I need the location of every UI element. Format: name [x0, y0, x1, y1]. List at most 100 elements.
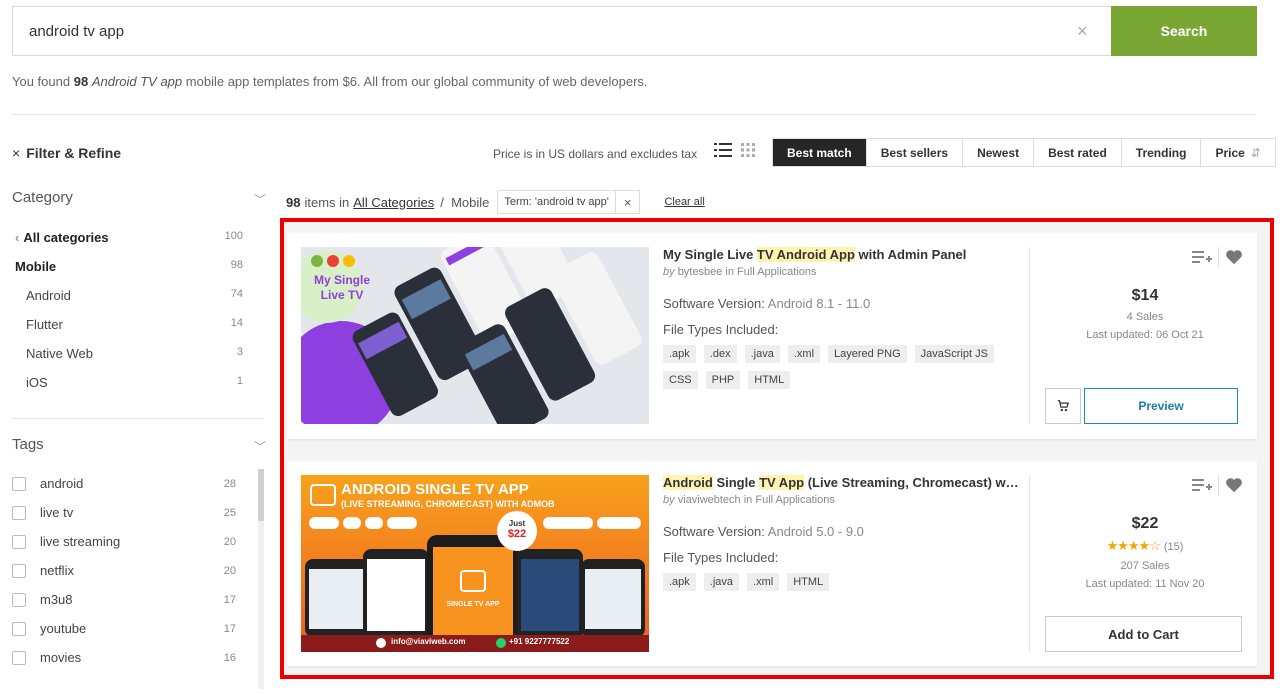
thumbnail-subtitle: (LIVE STREAMING, CHROMECAST) WITH ADMOB [341, 499, 555, 509]
category-ios[interactable]: iOS 1 [26, 375, 243, 390]
clear-all-link[interactable]: Clear all [664, 196, 704, 208]
category-native-web[interactable]: Native Web 3 [26, 346, 243, 361]
item-pricing: $14 4 Sales Last updated: 06 Oct 21 [1045, 287, 1245, 341]
item-thumbnail[interactable]: ANDROID SINGLE TV APP (LIVE STREAMING, C… [301, 475, 649, 652]
item-author: by viaviwebtech in Full Applications [663, 494, 835, 506]
search-input[interactable] [29, 7, 1029, 55]
item-info: My Single Live TV Android App with Admin… [663, 247, 1019, 397]
file-type-chip: .java [703, 573, 740, 591]
sort-best-match[interactable]: Best match [773, 139, 867, 166]
tag-youtube[interactable]: youtube 17 [12, 621, 236, 636]
scrollbar-thumb[interactable] [258, 469, 264, 521]
software-version: Software Version: Android 8.1 - 11.0 [663, 296, 871, 311]
file-type-chip: .apk [663, 573, 696, 591]
author-link[interactable]: viaviwebtech [678, 494, 741, 506]
file-type-chip: .java [744, 345, 780, 363]
item-info: Android Single TV App (Live Streaming, C… [663, 475, 1019, 599]
file-type-chip: .xml [787, 345, 821, 363]
file-type-chip: HTML [787, 573, 830, 591]
checkbox[interactable] [12, 621, 26, 636]
sort-newest[interactable]: Newest [963, 139, 1035, 166]
tag-m3u8[interactable]: m3u8 17 [12, 592, 236, 607]
sort-options: Best match Best sellers Newest Best rate… [772, 138, 1276, 167]
preview-button[interactable]: Preview [1084, 388, 1238, 424]
item-author: by bytesbee in Full Applications [663, 266, 817, 278]
tag-netflix[interactable]: netflix 20 [12, 563, 236, 578]
software-version: Software Version: Android 5.0 - 9.0 [663, 524, 864, 539]
price-note: Price is in US dollars and excludes tax [493, 147, 698, 161]
file-types-label: File Types Included: [663, 550, 779, 565]
chevron-down-icon[interactable]: ﹀ [254, 191, 266, 208]
cart-icon [1057, 400, 1070, 412]
tag-movies[interactable]: movies 16 [12, 650, 236, 665]
checkbox[interactable] [12, 563, 26, 578]
file-type-chip: HTML [748, 371, 791, 389]
category-all[interactable]: ‹ All categories 100 [15, 230, 243, 245]
sort-trending[interactable]: Trending [1121, 139, 1202, 166]
category-flutter[interactable]: Flutter 14 [26, 317, 243, 332]
checkbox[interactable] [12, 534, 26, 549]
file-type-chip: CSS [663, 371, 698, 389]
file-type-chip: .apk [663, 345, 696, 363]
search-button[interactable]: Search [1111, 6, 1257, 56]
add-to-collection-icon[interactable] [1192, 249, 1212, 265]
item-thumbnail[interactable]: My Single Live TV [301, 247, 649, 424]
thumbnail-title: My Single Live TV [313, 273, 370, 302]
heart-icon[interactable] [1225, 249, 1243, 265]
thumbnail-phone: +91 9227777522 [509, 637, 570, 646]
item-title[interactable]: Android Single TV App (Live Streaming, C… [663, 475, 1019, 490]
results-summary: You found 98 Android TV app mobile app t… [12, 74, 648, 89]
search-box: × [12, 6, 1112, 56]
add-to-collection-icon[interactable] [1192, 477, 1212, 493]
item-title[interactable]: My Single Live TV Android App with Admin… [663, 247, 1019, 262]
sort-price[interactable]: Price ⇵ [1201, 139, 1275, 166]
item-updated: Last updated: 06 Oct 21 [1086, 329, 1204, 341]
filter-refine-toggle[interactable]: × Filter & Refine [12, 145, 121, 161]
card-divider [1029, 247, 1030, 424]
sort-best-sellers[interactable]: Best sellers [866, 139, 964, 166]
clear-search-icon[interactable]: × [1077, 21, 1088, 42]
tag-live-streaming[interactable]: live streaming 20 [12, 534, 236, 549]
category-heading[interactable]: Category [12, 189, 73, 206]
tag-live-tv[interactable]: live tv 25 [12, 505, 236, 520]
grid-view-icon[interactable] [741, 143, 755, 157]
close-icon: × [12, 145, 21, 161]
file-type-chip: .dex [703, 345, 737, 363]
separator [1218, 247, 1219, 267]
checkbox[interactable] [12, 476, 26, 491]
checkbox[interactable] [12, 650, 26, 665]
tags-scrollbar[interactable] [258, 469, 264, 689]
item-sales: 207 Sales [1120, 560, 1170, 572]
author-link[interactable]: bytesbee [678, 266, 723, 278]
file-type-chip: Layered PNG [828, 345, 907, 363]
thumbnail-email: info@viaviweb.com [391, 637, 466, 646]
card-divider [1029, 475, 1030, 652]
item-rating: ★★★★☆ (15) [1106, 538, 1184, 553]
item-sales: 4 Sales [1126, 311, 1164, 323]
chevron-down-icon[interactable]: ﹀ [254, 438, 266, 455]
add-to-cart-icon-button[interactable] [1045, 388, 1081, 424]
category-android[interactable]: Android 74 [26, 288, 243, 303]
thumbnail-caption: SINGLE TV APP [446, 601, 500, 608]
category-mobile[interactable]: Mobile 98 [15, 259, 243, 274]
thumbnail-badge: Just $22 [507, 519, 527, 540]
checkbox[interactable] [12, 592, 26, 607]
breadcrumb: 98 items in All Categories / Mobile Term:… [286, 190, 705, 214]
file-types: .apk .java .xml HTML [663, 573, 1013, 599]
add-to-cart-button[interactable]: Add to Cart [1045, 616, 1242, 652]
separator [1218, 475, 1219, 495]
result-card: My Single Live TV My Single Live TV Andro… [287, 233, 1257, 439]
file-type-chip: PHP [705, 371, 741, 389]
list-view-icon[interactable] [714, 142, 732, 158]
checkbox[interactable] [12, 505, 26, 520]
sort-best-rated[interactable]: Best rated [1034, 139, 1122, 166]
file-type-chip: JavaScript JS [914, 345, 994, 363]
card-actions [1192, 475, 1243, 495]
breadcrumb-all-categories[interactable]: All Categories [353, 195, 434, 210]
remove-term-icon[interactable]: × [614, 191, 640, 213]
heart-icon[interactable] [1225, 477, 1243, 493]
tag-android[interactable]: android 28 [12, 476, 236, 491]
tags-heading[interactable]: Tags [12, 436, 44, 453]
item-price: $22 [1131, 515, 1159, 532]
divider [12, 114, 1256, 115]
